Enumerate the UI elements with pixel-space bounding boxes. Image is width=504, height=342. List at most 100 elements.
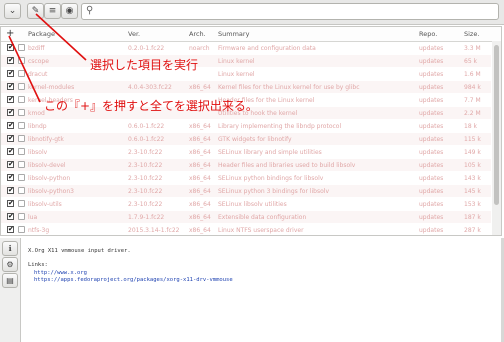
cell-repo: updates <box>419 136 444 143</box>
cell-size: 105 k <box>464 162 481 169</box>
row-checkbox[interactable]: ✔ <box>7 187 14 194</box>
cell-size: 149 k <box>464 149 481 156</box>
cell-repo: updates <box>419 201 444 208</box>
cell-repo: updates <box>419 188 444 195</box>
row-checkbox[interactable]: ✔ <box>7 109 14 116</box>
row-checkbox[interactable]: ✔ <box>7 200 14 207</box>
select-all-button[interactable]: + <box>6 28 14 39</box>
table-row[interactable]: ✔ libnotify-gtk 0.6.0-1.fc22 x86_64 GTK widg… <box>1 133 491 145</box>
table-row[interactable]: ✔ dracut Linux kernel updates 1.6 M <box>1 68 491 80</box>
record-icon: ◉ <box>65 6 74 16</box>
package-info-panel: X.Org X11 vmmouse input driver. Links: h… <box>22 238 502 342</box>
package-table: + Package Ver. Arch. Summary Repo. Size.… <box>0 26 502 236</box>
chevron-down-icon: ⌄ <box>8 6 17 16</box>
package-status-icon <box>18 226 25 233</box>
row-checkbox[interactable]: ✔ <box>7 96 14 103</box>
cell-summary: SELinux python bindings for libsolv <box>218 175 324 182</box>
package-status-icon <box>18 161 25 168</box>
dropdown-button[interactable]: ⌄ <box>4 3 21 19</box>
package-status-icon <box>18 135 25 142</box>
cell-size: 3.3 M <box>464 45 481 52</box>
table-row[interactable]: ✔ bzdiff 0.2.0-1.fc22 noarch Firmware and co… <box>1 42 491 54</box>
cell-size: 287 k <box>464 227 481 234</box>
cell-arch: x86_64 <box>189 227 211 234</box>
cell-package: libndp <box>28 123 47 130</box>
column-repo[interactable]: Repo. <box>419 30 437 38</box>
list-icon: ≡ <box>48 6 57 16</box>
column-size[interactable]: Size. <box>464 30 479 38</box>
row-checkbox[interactable]: ✔ <box>7 57 14 64</box>
column-package[interactable]: Package <box>28 30 55 38</box>
links-label: Links: <box>28 262 48 268</box>
wrench-button[interactable]: ✎ <box>27 3 44 19</box>
table-row[interactable]: ✔ ntfs-3g 2015.3.14-1.fc22 x86_64 Linux NTFS… <box>1 224 491 235</box>
table-row[interactable]: ✔ libsolv-python3 2.3-10.fc22 x86_64 SELinux… <box>1 185 491 197</box>
package-status-icon <box>18 57 25 64</box>
table-row[interactable]: ✔ libsolv-python 2.3-10.fc22 x86_64 SELinux … <box>1 172 491 184</box>
row-checkbox[interactable]: ✔ <box>7 44 14 51</box>
cell-summary: Linux kernel <box>218 71 255 78</box>
record-button[interactable]: ◉ <box>61 3 78 19</box>
package-status-icon <box>18 213 25 220</box>
cell-summary: Header files and libraries used to build… <box>218 162 356 169</box>
cell-summary: SELinux libsolv utilities <box>218 201 287 208</box>
cell-summary: Linux NTFS userspace driver <box>218 227 304 234</box>
cell-package: libsolv <box>28 149 48 156</box>
wrench-icon: ✎ <box>31 6 40 16</box>
row-checkbox[interactable]: ✔ <box>7 70 14 77</box>
notes-tab-button[interactable]: ▤ <box>2 273 18 288</box>
cell-summary: Extensible data configuration <box>218 214 307 221</box>
cell-size: 153 k <box>464 201 481 208</box>
cell-size: 18 k <box>464 123 478 130</box>
toolbar: ⌄ ✎ ≡ ◉ ⚲ <box>0 0 504 25</box>
table-row[interactable]: ✔ lua 1.7.9-1.fc22 x86_64 Extensible data co… <box>1 211 491 223</box>
cell-arch: x86_64 <box>189 188 211 195</box>
column-summary[interactable]: Summary <box>218 30 249 38</box>
cell-repo: updates <box>419 58 444 65</box>
row-checkbox[interactable]: ✔ <box>7 213 14 220</box>
cell-summary: GTK widgets for libnotify <box>218 136 292 143</box>
column-version[interactable]: Ver. <box>128 30 140 38</box>
row-checkbox[interactable]: ✔ <box>7 226 14 233</box>
cell-version: 2.3-10.fc22 <box>128 149 163 156</box>
link-xorg[interactable]: http://www.x.org <box>34 270 87 276</box>
cell-size: 143 k <box>464 175 481 182</box>
settings-tab-button[interactable]: ⚙ <box>2 257 18 272</box>
info-tab-button[interactable]: ℹ <box>2 241 18 256</box>
table-row[interactable]: ✔ libndp 0.6.0-1.fc22 x86_64 Library impleme… <box>1 120 491 132</box>
cell-version: 2.3-10.fc22 <box>128 201 163 208</box>
table-row[interactable]: ✔ libsolv-devel 2.3-10.fc22 x86_64 Header fi… <box>1 159 491 171</box>
list-button[interactable]: ≡ <box>44 3 61 19</box>
cell-size: 65 k <box>464 58 478 65</box>
search-icon: ⚲ <box>86 5 94 16</box>
package-status-icon <box>18 70 25 77</box>
cell-arch: x86_64 <box>189 162 211 169</box>
table-row[interactable]: ✔ kernel-modules 4.0.4-303.fc22 x86_64 Kerne… <box>1 81 491 93</box>
cell-repo: updates <box>419 162 444 169</box>
cell-arch: x86_64 <box>189 149 211 156</box>
row-checkbox[interactable]: ✔ <box>7 122 14 129</box>
cell-version: 1.7.9-1.fc22 <box>128 214 165 221</box>
row-checkbox[interactable]: ✔ <box>7 135 14 142</box>
cell-version: 0.2.0-1.fc22 <box>128 45 165 52</box>
row-checkbox[interactable]: ✔ <box>7 161 14 168</box>
package-status-icon <box>18 174 25 181</box>
row-checkbox[interactable]: ✔ <box>7 148 14 155</box>
table-row[interactable]: ✔ cscope Linux kernel updates 65 k <box>1 55 491 67</box>
package-status-icon <box>18 200 25 207</box>
table-row[interactable]: ✔ libsolv 2.3-10.fc22 x86_64 SELinux library… <box>1 146 491 158</box>
table-row[interactable]: ✔ libsolv-utils 2.3-10.fc22 x86_64 SELinux l… <box>1 198 491 210</box>
cell-package: lua <box>28 214 38 221</box>
column-arch[interactable]: Arch. <box>189 30 206 38</box>
cell-package: libsolv-devel <box>28 162 66 169</box>
cell-size: 115 k <box>464 136 481 143</box>
package-status-icon <box>18 148 25 155</box>
scrollbar-thumb[interactable] <box>494 45 499 205</box>
row-checkbox[interactable]: ✔ <box>7 174 14 181</box>
cell-repo: updates <box>419 214 444 221</box>
cell-package: ntfs-3g <box>28 227 50 234</box>
search-input[interactable]: ⚲ <box>81 3 499 20</box>
link-fedora-packages[interactable]: https://apps.fedoraproject.org/packages/… <box>34 277 233 283</box>
row-checkbox[interactable]: ✔ <box>7 83 14 90</box>
scrollbar[interactable] <box>492 41 501 235</box>
